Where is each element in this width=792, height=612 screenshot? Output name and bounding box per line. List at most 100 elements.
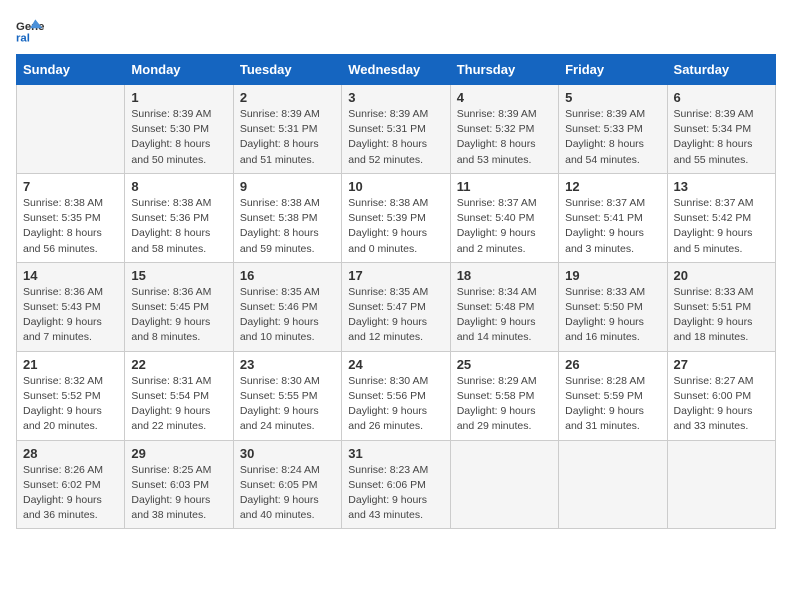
calendar-week-5: 28 Sunrise: 8:26 AMSunset: 6:02 PMDaylig… [17, 440, 776, 529]
day-number: 29 [131, 446, 226, 461]
day-number: 31 [348, 446, 443, 461]
day-number: 24 [348, 357, 443, 372]
day-number: 30 [240, 446, 335, 461]
day-info: Sunrise: 8:36 AMSunset: 5:43 PMDaylight:… [23, 285, 118, 346]
calendar-table: SundayMondayTuesdayWednesdayThursdayFrid… [16, 54, 776, 529]
day-number: 13 [674, 179, 769, 194]
header: Gene ral [16, 16, 776, 44]
day-info: Sunrise: 8:39 AMSunset: 5:31 PMDaylight:… [348, 107, 443, 168]
calendar-cell: 20 Sunrise: 8:33 AMSunset: 5:51 PMDaylig… [667, 262, 775, 351]
calendar-cell: 13 Sunrise: 8:37 AMSunset: 5:42 PMDaylig… [667, 173, 775, 262]
day-number: 8 [131, 179, 226, 194]
day-info: Sunrise: 8:33 AMSunset: 5:50 PMDaylight:… [565, 285, 660, 346]
calendar-cell: 29 Sunrise: 8:25 AMSunset: 6:03 PMDaylig… [125, 440, 233, 529]
day-info: Sunrise: 8:37 AMSunset: 5:41 PMDaylight:… [565, 196, 660, 257]
day-info: Sunrise: 8:35 AMSunset: 5:46 PMDaylight:… [240, 285, 335, 346]
day-number: 3 [348, 90, 443, 105]
day-info: Sunrise: 8:38 AMSunset: 5:38 PMDaylight:… [240, 196, 335, 257]
day-number: 28 [23, 446, 118, 461]
day-info: Sunrise: 8:33 AMSunset: 5:51 PMDaylight:… [674, 285, 769, 346]
day-number: 2 [240, 90, 335, 105]
calendar-cell: 2 Sunrise: 8:39 AMSunset: 5:31 PMDayligh… [233, 85, 341, 174]
calendar-cell: 27 Sunrise: 8:27 AMSunset: 6:00 PMDaylig… [667, 351, 775, 440]
day-number: 4 [457, 90, 552, 105]
day-info: Sunrise: 8:37 AMSunset: 5:42 PMDaylight:… [674, 196, 769, 257]
calendar-cell: 14 Sunrise: 8:36 AMSunset: 5:43 PMDaylig… [17, 262, 125, 351]
calendar-cell: 26 Sunrise: 8:28 AMSunset: 5:59 PMDaylig… [559, 351, 667, 440]
calendar-cell: 16 Sunrise: 8:35 AMSunset: 5:46 PMDaylig… [233, 262, 341, 351]
day-info: Sunrise: 8:39 AMSunset: 5:30 PMDaylight:… [131, 107, 226, 168]
calendar-cell [450, 440, 558, 529]
day-info: Sunrise: 8:39 AMSunset: 5:33 PMDaylight:… [565, 107, 660, 168]
day-info: Sunrise: 8:39 AMSunset: 5:31 PMDaylight:… [240, 107, 335, 168]
calendar-cell: 24 Sunrise: 8:30 AMSunset: 5:56 PMDaylig… [342, 351, 450, 440]
calendar-cell: 8 Sunrise: 8:38 AMSunset: 5:36 PMDayligh… [125, 173, 233, 262]
calendar-cell: 5 Sunrise: 8:39 AMSunset: 5:33 PMDayligh… [559, 85, 667, 174]
day-info: Sunrise: 8:26 AMSunset: 6:02 PMDaylight:… [23, 463, 118, 524]
weekday-header-tuesday: Tuesday [233, 55, 341, 85]
calendar-cell: 23 Sunrise: 8:30 AMSunset: 5:55 PMDaylig… [233, 351, 341, 440]
day-info: Sunrise: 8:27 AMSunset: 6:00 PMDaylight:… [674, 374, 769, 435]
day-info: Sunrise: 8:30 AMSunset: 5:56 PMDaylight:… [348, 374, 443, 435]
day-info: Sunrise: 8:31 AMSunset: 5:54 PMDaylight:… [131, 374, 226, 435]
weekday-header-friday: Friday [559, 55, 667, 85]
calendar-week-4: 21 Sunrise: 8:32 AMSunset: 5:52 PMDaylig… [17, 351, 776, 440]
day-info: Sunrise: 8:25 AMSunset: 6:03 PMDaylight:… [131, 463, 226, 524]
day-number: 14 [23, 268, 118, 283]
day-number: 5 [565, 90, 660, 105]
weekday-header-sunday: Sunday [17, 55, 125, 85]
logo-icon: Gene ral [16, 16, 44, 44]
day-info: Sunrise: 8:38 AMSunset: 5:39 PMDaylight:… [348, 196, 443, 257]
weekday-header-thursday: Thursday [450, 55, 558, 85]
calendar-cell: 7 Sunrise: 8:38 AMSunset: 5:35 PMDayligh… [17, 173, 125, 262]
day-number: 16 [240, 268, 335, 283]
day-info: Sunrise: 8:38 AMSunset: 5:35 PMDaylight:… [23, 196, 118, 257]
day-number: 27 [674, 357, 769, 372]
weekday-header-row: SundayMondayTuesdayWednesdayThursdayFrid… [17, 55, 776, 85]
day-number: 15 [131, 268, 226, 283]
day-info: Sunrise: 8:28 AMSunset: 5:59 PMDaylight:… [565, 374, 660, 435]
day-number: 12 [565, 179, 660, 194]
day-number: 7 [23, 179, 118, 194]
calendar-cell: 25 Sunrise: 8:29 AMSunset: 5:58 PMDaylig… [450, 351, 558, 440]
day-info: Sunrise: 8:37 AMSunset: 5:40 PMDaylight:… [457, 196, 552, 257]
day-info: Sunrise: 8:38 AMSunset: 5:36 PMDaylight:… [131, 196, 226, 257]
day-number: 1 [131, 90, 226, 105]
day-number: 9 [240, 179, 335, 194]
day-info: Sunrise: 8:23 AMSunset: 6:06 PMDaylight:… [348, 463, 443, 524]
day-info: Sunrise: 8:36 AMSunset: 5:45 PMDaylight:… [131, 285, 226, 346]
svg-text:ral: ral [16, 32, 30, 44]
calendar-cell: 3 Sunrise: 8:39 AMSunset: 5:31 PMDayligh… [342, 85, 450, 174]
day-number: 11 [457, 179, 552, 194]
calendar-cell: 6 Sunrise: 8:39 AMSunset: 5:34 PMDayligh… [667, 85, 775, 174]
calendar-cell: 22 Sunrise: 8:31 AMSunset: 5:54 PMDaylig… [125, 351, 233, 440]
calendar-cell: 28 Sunrise: 8:26 AMSunset: 6:02 PMDaylig… [17, 440, 125, 529]
weekday-header-monday: Monday [125, 55, 233, 85]
day-info: Sunrise: 8:39 AMSunset: 5:32 PMDaylight:… [457, 107, 552, 168]
day-number: 6 [674, 90, 769, 105]
calendar-cell: 1 Sunrise: 8:39 AMSunset: 5:30 PMDayligh… [125, 85, 233, 174]
day-number: 21 [23, 357, 118, 372]
weekday-header-saturday: Saturday [667, 55, 775, 85]
day-number: 17 [348, 268, 443, 283]
day-number: 26 [565, 357, 660, 372]
calendar-cell: 18 Sunrise: 8:34 AMSunset: 5:48 PMDaylig… [450, 262, 558, 351]
calendar-cell: 17 Sunrise: 8:35 AMSunset: 5:47 PMDaylig… [342, 262, 450, 351]
day-number: 23 [240, 357, 335, 372]
calendar-cell: 4 Sunrise: 8:39 AMSunset: 5:32 PMDayligh… [450, 85, 558, 174]
calendar-week-3: 14 Sunrise: 8:36 AMSunset: 5:43 PMDaylig… [17, 262, 776, 351]
calendar-cell: 19 Sunrise: 8:33 AMSunset: 5:50 PMDaylig… [559, 262, 667, 351]
calendar-cell: 9 Sunrise: 8:38 AMSunset: 5:38 PMDayligh… [233, 173, 341, 262]
day-info: Sunrise: 8:39 AMSunset: 5:34 PMDaylight:… [674, 107, 769, 168]
calendar-week-1: 1 Sunrise: 8:39 AMSunset: 5:30 PMDayligh… [17, 85, 776, 174]
day-number: 25 [457, 357, 552, 372]
day-info: Sunrise: 8:34 AMSunset: 5:48 PMDaylight:… [457, 285, 552, 346]
day-info: Sunrise: 8:35 AMSunset: 5:47 PMDaylight:… [348, 285, 443, 346]
calendar-cell: 21 Sunrise: 8:32 AMSunset: 5:52 PMDaylig… [17, 351, 125, 440]
calendar-cell: 11 Sunrise: 8:37 AMSunset: 5:40 PMDaylig… [450, 173, 558, 262]
weekday-header-wednesday: Wednesday [342, 55, 450, 85]
day-number: 18 [457, 268, 552, 283]
calendar-cell: 31 Sunrise: 8:23 AMSunset: 6:06 PMDaylig… [342, 440, 450, 529]
calendar-cell: 30 Sunrise: 8:24 AMSunset: 6:05 PMDaylig… [233, 440, 341, 529]
calendar-cell: 12 Sunrise: 8:37 AMSunset: 5:41 PMDaylig… [559, 173, 667, 262]
